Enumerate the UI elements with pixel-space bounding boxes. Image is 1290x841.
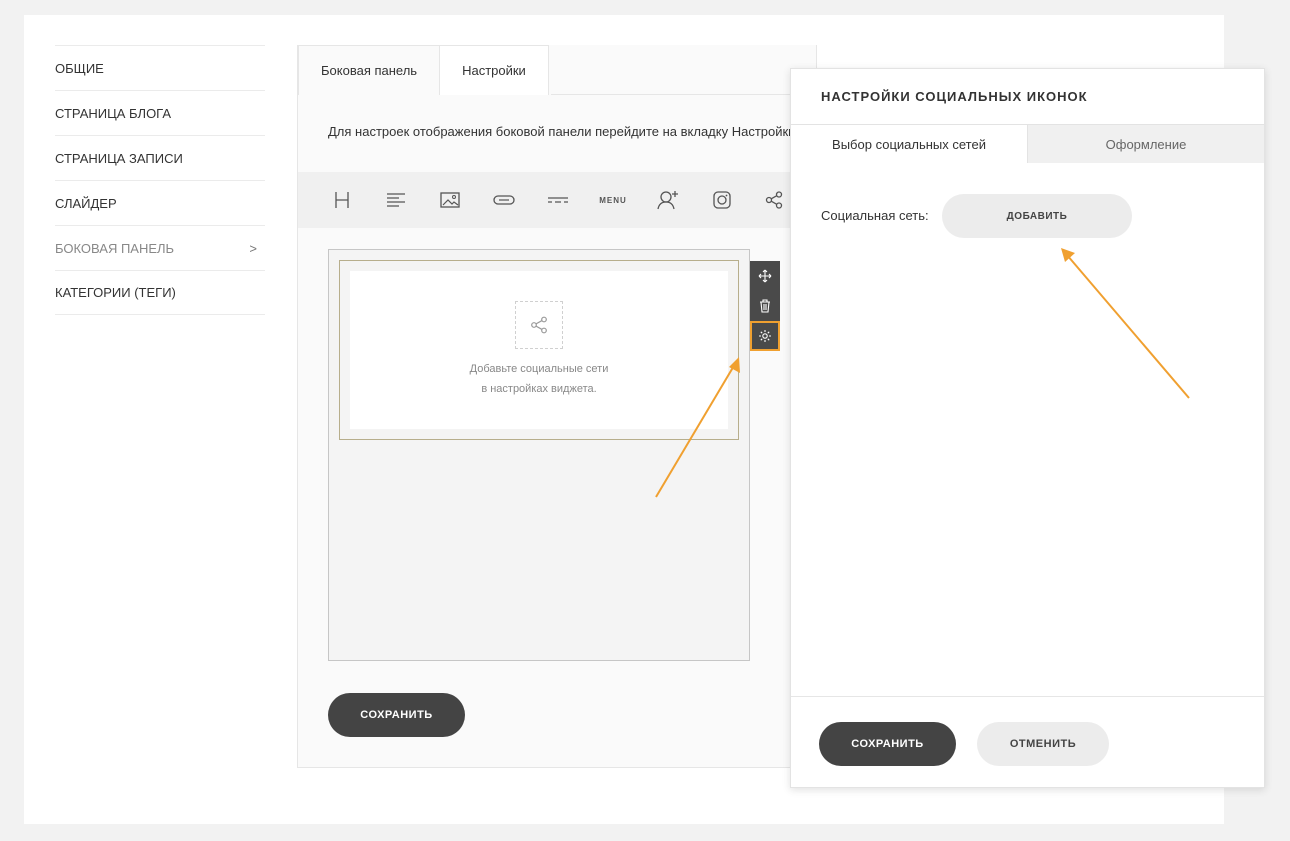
- tab-appearance[interactable]: Оформление: [1028, 125, 1264, 163]
- modal-cancel-button[interactable]: ОТМЕНИТЬ: [977, 722, 1109, 766]
- widget-controls: [750, 261, 780, 351]
- image-icon[interactable]: [438, 189, 462, 211]
- nav-item-general[interactable]: ОБЩИЕ: [55, 45, 265, 90]
- modal-title: НАСТРОЙКИ СОЦИАЛЬНЫХ ИКОНОК: [821, 89, 1088, 104]
- social-network-label: Социальная сеть:: [821, 208, 929, 223]
- widget-placeholder-line2: в настройках виджета.: [481, 383, 597, 395]
- nav-item-label: СТРАНИЦА БЛОГА: [55, 105, 172, 121]
- text-icon[interactable]: [384, 189, 408, 211]
- nav-item-post-page[interactable]: СТРАНИЦА ЗАПИСИ: [55, 135, 265, 180]
- widget-content: Добавьте социальные сети в настройках ви…: [350, 271, 728, 429]
- modal-save-button[interactable]: СОХРАНИТЬ: [819, 722, 956, 766]
- save-button[interactable]: СОХРАНИТЬ: [328, 693, 465, 737]
- tabs-divider: [551, 94, 816, 95]
- gear-icon[interactable]: [750, 321, 780, 351]
- modal-tabs: Выбор социальных сетей Оформление: [791, 124, 1264, 163]
- trash-icon[interactable]: [750, 291, 780, 321]
- nav-item-sidebar[interactable]: БОКОВАЯ ПАНЕЛЬ >: [55, 225, 265, 270]
- nav-item-label: СЛАЙДЕР: [55, 195, 117, 211]
- modal-footer-divider: [791, 696, 1264, 697]
- nav-item-label: СТРАНИЦА ЗАПИСИ: [55, 150, 183, 166]
- subscribe-icon[interactable]: [656, 189, 680, 211]
- nav-item-label: КАТЕГОРИИ (ТЕГИ): [55, 285, 176, 300]
- editor-hint: Для настроек отображения боковой панели …: [328, 124, 796, 139]
- share-icon[interactable]: [762, 189, 786, 211]
- tab-select-networks[interactable]: Выбор социальных сетей: [791, 125, 1028, 163]
- sidebar-editor: Боковая панель Настройки Для настроек от…: [297, 45, 818, 768]
- menu-icon[interactable]: MENU: [598, 189, 628, 211]
- nav-item-label: БОКОВАЯ ПАНЕЛЬ: [55, 240, 175, 256]
- share-icon: [515, 301, 563, 349]
- editor-tabs: Боковая панель Настройки: [298, 45, 549, 95]
- button-icon[interactable]: [492, 189, 516, 211]
- chevron-right-icon: >: [249, 240, 257, 256]
- settings-nav: ОБЩИЕ СТРАНИЦА БЛОГА СТРАНИЦА ЗАПИСИ СЛА…: [55, 45, 265, 315]
- tab-sidebar[interactable]: Боковая панель: [298, 45, 441, 95]
- nav-item-blog-page[interactable]: СТРАНИЦА БЛОГА: [55, 90, 265, 135]
- nav-item-categories[interactable]: КАТЕГОРИИ (ТЕГИ): [55, 270, 265, 315]
- social-icons-settings-modal: НАСТРОЙКИ СОЦИАЛЬНЫХ ИКОНОК Выбор социал…: [790, 68, 1265, 788]
- heading-icon[interactable]: [330, 189, 354, 211]
- widget-toolbar: MENU: [298, 172, 818, 228]
- nav-item-slider[interactable]: СЛАЙДЕР: [55, 180, 265, 225]
- tab-settings[interactable]: Настройки: [440, 45, 549, 95]
- social-icons-widget[interactable]: Добавьте социальные сети в настройках ви…: [339, 260, 780, 440]
- instagram-icon[interactable]: [710, 189, 734, 211]
- nav-item-label: ОБЩИЕ: [55, 60, 104, 76]
- add-network-button[interactable]: ДОБАВИТЬ: [942, 194, 1132, 238]
- widget-placeholder-line1: Добавьте социальные сети: [469, 363, 609, 375]
- sidebar-canvas: Добавьте социальные сети в настройках ви…: [328, 249, 780, 661]
- move-icon[interactable]: [750, 261, 780, 291]
- divider-icon[interactable]: [546, 189, 570, 211]
